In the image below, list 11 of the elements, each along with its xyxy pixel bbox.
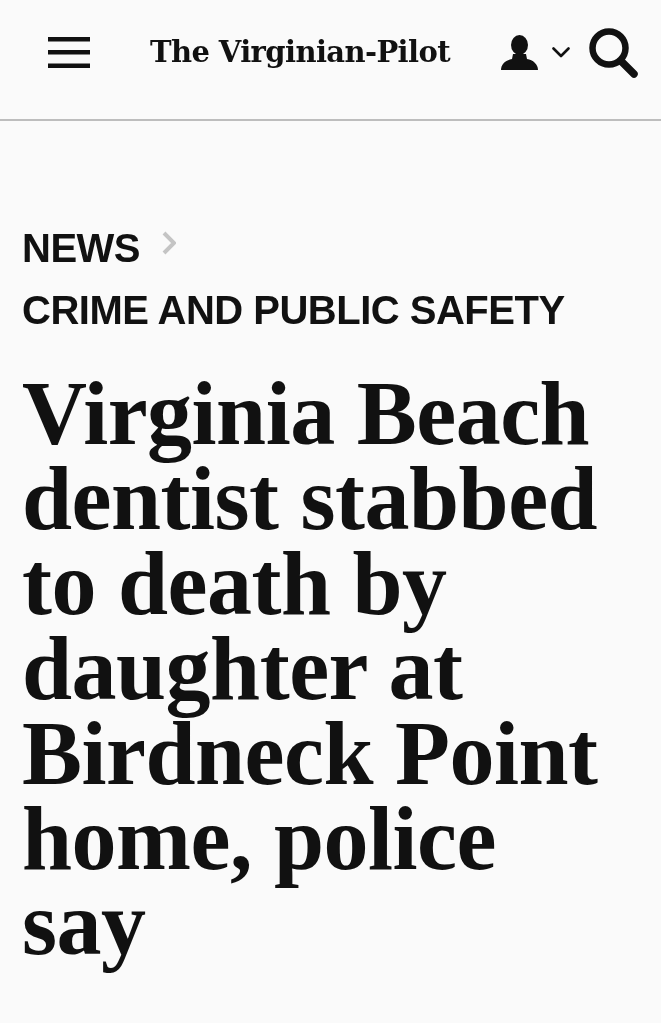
breadcrumb-link[interactable]: NEWS	[22, 217, 140, 279]
person-icon	[501, 35, 538, 70]
menu-button[interactable]	[48, 37, 90, 68]
account-button[interactable]	[501, 35, 570, 70]
search-icon	[588, 26, 639, 79]
chevron-down-icon	[552, 47, 570, 58]
search-button[interactable]	[588, 26, 639, 79]
site-logo[interactable]: The Virginian-Pilot	[150, 38, 450, 67]
chevron-right-icon	[162, 231, 176, 255]
article-headline: Virginia Beach dentist stabbed to death by daughter at Birdneck Point home, police say	[22, 363, 599, 975]
breadcrumb-link[interactable]: CRIME AND PUBLIC SAFETY	[22, 279, 565, 341]
